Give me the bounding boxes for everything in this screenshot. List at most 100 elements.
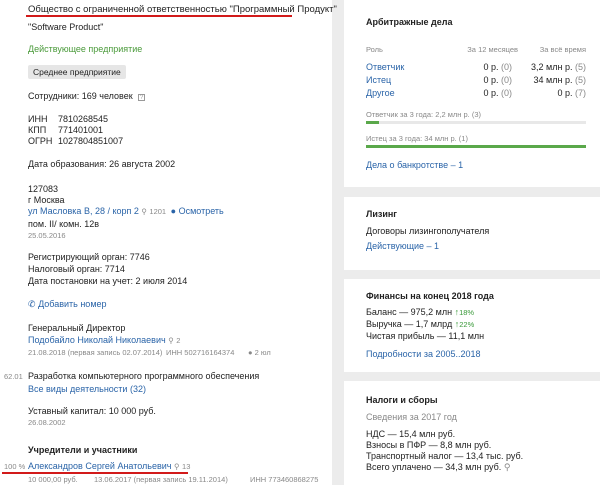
- inn-label: ИНН: [28, 114, 48, 124]
- tax-transport: Транспортный налог — 13,4 тыс. руб.: [366, 451, 524, 461]
- address-street-link[interactable]: ул Масловка В, 28 / корп 2: [28, 206, 139, 216]
- tax-total-text: Всего уплачено — 34,3 млн руб.: [366, 462, 502, 472]
- kpp-label: КПП: [28, 125, 47, 135]
- tax-pfr: Взносы в ПФР — 8,8 млн руб.: [366, 440, 492, 450]
- info-icon[interactable]: ?: [138, 94, 146, 101]
- role-link[interactable]: Другое: [366, 88, 395, 98]
- count-12m: (0): [501, 75, 512, 85]
- value-all: 3,2 млн р. (5): [516, 62, 586, 72]
- size-badge: Среднее предприятие: [28, 65, 126, 79]
- add-phone-link[interactable]: Добавить номер: [38, 299, 106, 309]
- search-icon[interactable]: ⚲: [504, 462, 511, 472]
- sum-12m: 0 р.: [483, 62, 499, 72]
- director-title: Генеральный Директор: [28, 323, 126, 333]
- balance-row: Баланс — 975,2 млн ↑18%: [366, 307, 474, 317]
- address-city: г Москва: [28, 195, 65, 205]
- person-icon: ●: [248, 348, 253, 357]
- arbitration-card: Арбитражные дела Роль За 12 месяцев За в…: [344, 0, 600, 187]
- add-phone-row[interactable]: ✆ Добавить номер: [28, 299, 107, 310]
- reg-authority: Регистрирующий орган: 7746: [28, 252, 150, 262]
- red-underline: [2, 472, 188, 474]
- director-count: 2: [176, 336, 181, 345]
- taxes-card: Налоги и сборы Сведения за 2017 год НДС …: [344, 381, 600, 485]
- employees: Сотрудники: 169 человек ?: [28, 91, 146, 101]
- view-map-link[interactable]: Осмотреть: [179, 206, 224, 216]
- value-all: 34 млн р. (5): [516, 75, 586, 85]
- taxes-title: Налоги и сборы: [366, 395, 438, 405]
- company-panel: Общество с ограниченной ответственностью…: [0, 0, 337, 485]
- sum-all: 3,2 млн р.: [531, 62, 573, 72]
- activity-name: Разработка компьютерного программного об…: [28, 371, 260, 381]
- director-name-link[interactable]: Подобайло Николай Николаевич: [28, 335, 166, 345]
- director-inn: ИНН 502716164374: [166, 348, 235, 357]
- all-activities-link[interactable]: Все виды деятельности (32): [28, 384, 146, 394]
- address-street-row: ул Масловка В, 28 / корп 2 ⚲ 1201 ● Осмо…: [28, 206, 224, 216]
- plaintiff-3y-bar-fill: [366, 145, 586, 148]
- director-extra: ● 2 юл: [248, 348, 271, 357]
- company-status: Действующее предприятие: [28, 44, 143, 54]
- founder-row: Александров Сергей Анатольевич ⚲ 13: [28, 461, 190, 471]
- tax-authority: Налоговый орган: 7714: [28, 264, 125, 274]
- tax-nds: НДС — 15,4 млн руб.: [366, 429, 456, 439]
- count-all: (5): [575, 75, 586, 85]
- count-12m: (0): [501, 88, 512, 98]
- founded-date: Дата образования: 26 августа 2002: [28, 159, 176, 169]
- ogrn-value: 1027804851007: [58, 136, 124, 146]
- employees-text: Сотрудники: 169 человек: [28, 91, 133, 101]
- role-link[interactable]: Ответчик: [366, 62, 404, 72]
- search-icon: ⚲: [168, 336, 174, 345]
- count-all: (7): [575, 88, 586, 98]
- activity-code: 62.01: [4, 372, 23, 381]
- tax-total: Всего уплачено — 34,3 млн руб. ⚲: [366, 462, 510, 473]
- defendant-3y-bar-fill: [366, 121, 380, 124]
- leasing-card: Лизинг Договоры лизингополучателя Действ…: [344, 197, 600, 270]
- role-link[interactable]: Истец: [366, 75, 391, 85]
- sum-all: 0 р.: [557, 88, 573, 98]
- address-date: 25.05.2016: [28, 231, 66, 240]
- profit-value: Чистая прибыль — 11,1 млн: [366, 331, 485, 341]
- founder-date: 13.06.2017 (первая запись 19.11.2014): [94, 475, 228, 484]
- director-date: 21.08.2018 (первая запись 02.07.2014): [28, 348, 163, 357]
- map-pin-icon: ●: [170, 206, 177, 216]
- search-icon: ⚲: [174, 462, 180, 471]
- plaintiff-3y-bar: [366, 145, 586, 148]
- bankruptcy-link[interactable]: Дела о банкротстве – 1: [366, 160, 463, 170]
- value-12m: 0 р. (0): [462, 75, 512, 85]
- leasing-active-link[interactable]: Действующие – 1: [366, 241, 439, 251]
- arbitration-row: Ответчик 0 р. (0) 3,2 млн р. (5): [344, 62, 600, 74]
- col-all: За всё время: [539, 45, 586, 54]
- count-all: (5): [575, 62, 586, 72]
- director-row: Подобайло Николай Николаевич ⚲ 2: [28, 335, 180, 345]
- red-underline: [26, 15, 292, 17]
- value-all: 0 р. (7): [516, 88, 586, 98]
- director-extra-text: 2 юл: [254, 348, 271, 357]
- sum-12m: 0 р.: [483, 88, 499, 98]
- leasing-title: Лизинг: [366, 209, 398, 219]
- ogrn-label: ОГРН: [28, 136, 53, 146]
- count-12m: (0): [501, 62, 512, 72]
- address-room: пом. II/ комн. 12в: [28, 219, 100, 229]
- arbitration-row: Другое 0 р. (0) 0 р. (7): [344, 88, 600, 100]
- taxes-subtitle: Сведения за 2017 год: [366, 412, 457, 422]
- defendant-3y-bar: [366, 121, 586, 124]
- phone-icon: ✆: [28, 299, 36, 309]
- kpp-value: 771401001: [58, 125, 104, 135]
- revenue-row: Выручка — 1,7 млрд ↑22%: [366, 319, 474, 329]
- address-count: 1201: [149, 207, 167, 216]
- col-12m: За 12 месяцев: [467, 45, 518, 54]
- founder-name-link[interactable]: Александров Сергей Анатольевич: [28, 461, 172, 471]
- finance-card: Финансы на конец 2018 года Баланс — 975,…: [344, 279, 600, 372]
- balance-value: Баланс — 975,2 млн: [366, 307, 453, 317]
- revenue-change: 22%: [459, 320, 475, 329]
- capital-date: 26.08.2002: [28, 418, 66, 427]
- capital: Уставный капитал: 10 000 руб.: [28, 406, 156, 416]
- founder-count: 13: [182, 462, 191, 471]
- inn-value: 7810268545: [58, 114, 109, 124]
- finance-details-link[interactable]: Подробности за 2005..2018: [366, 349, 481, 359]
- founders-title: Учредители и участники: [28, 445, 138, 455]
- finance-title: Финансы на конец 2018 года: [366, 291, 494, 301]
- search-icon: ⚲: [141, 207, 147, 216]
- defendant-3y: Ответчик за 3 года: 2,2 млн р. (3): [366, 110, 482, 119]
- founder-share: 100 %: [4, 462, 26, 471]
- value-12m: 0 р. (0): [462, 62, 512, 72]
